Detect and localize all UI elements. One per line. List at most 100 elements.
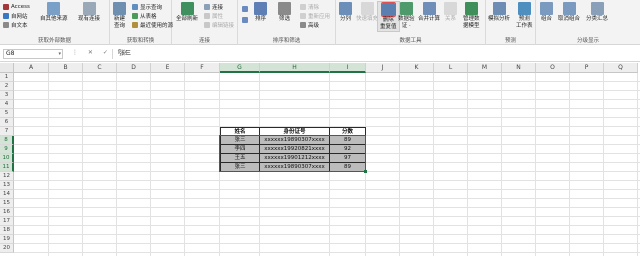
column-header-d[interactable]: D (117, 63, 151, 73)
consolidate-button[interactable]: 合并计算 (418, 2, 440, 23)
row-header-11[interactable]: 11 (0, 163, 14, 172)
row-header-17[interactable]: 17 (0, 217, 14, 226)
gridline (433, 73, 434, 256)
row-header-15[interactable]: 15 (0, 199, 14, 208)
from-web-button[interactable]: 自网站 (3, 11, 28, 20)
row-header-13[interactable]: 13 (0, 181, 14, 190)
other-sources-button[interactable]: 自其他来源 (40, 2, 68, 23)
column-header-h[interactable]: H (260, 63, 330, 73)
flash-fill-button[interactable]: 快速填充 (356, 2, 378, 23)
gridline (14, 198, 640, 199)
fill-handle[interactable] (364, 170, 367, 173)
connections-button[interactable]: 连接 (204, 2, 223, 11)
group-button[interactable]: 组合 (540, 2, 553, 23)
forecast-sheet-button[interactable]: 预测 工作表 (516, 2, 533, 29)
sort-button[interactable]: 排序 (254, 2, 267, 23)
from-table-button[interactable]: 从表格 (132, 11, 157, 20)
table-header-cell[interactable]: 身份证号 (260, 127, 330, 136)
column-header-n[interactable]: N (502, 63, 536, 73)
column-header-j[interactable]: J (366, 63, 400, 73)
what-if-icon (492, 2, 506, 15)
row-header-3[interactable]: 3 (0, 91, 14, 100)
chevron-down-icon[interactable]: ▾ (58, 50, 61, 58)
reapply-button[interactable]: 重新应用 (300, 11, 330, 20)
column-header-p[interactable]: P (570, 63, 604, 73)
row-header-2[interactable]: 2 (0, 82, 14, 91)
edit-links-button[interactable]: 编辑链接 (204, 20, 234, 29)
row-header-18[interactable]: 18 (0, 226, 14, 235)
recent-sources-button[interactable]: 最近使用的源 (132, 20, 173, 29)
row-header-1[interactable]: 1 (0, 73, 14, 82)
gridline (14, 243, 640, 244)
ungroup-button[interactable]: 取消组合 (558, 2, 580, 23)
table-cell[interactable]: 89 (330, 136, 366, 145)
text-to-columns-button[interactable]: 分列 (339, 2, 352, 23)
table-header-cell[interactable]: 分数 (330, 127, 366, 136)
table-cell[interactable]: 李四 (220, 145, 260, 154)
relationships-button[interactable]: 关系 (444, 2, 457, 23)
advanced-filter-button[interactable]: 高级 (300, 20, 319, 29)
column-header-q[interactable]: Q (604, 63, 638, 73)
row-header-10[interactable]: 10 (0, 154, 14, 163)
data-validation-button[interactable]: 数据验 证 · (398, 2, 415, 29)
column-header-e[interactable]: E (151, 63, 185, 73)
row-header-8[interactable]: 8 (0, 136, 14, 145)
table-cell[interactable]: xxxxxx19890307xxxx (260, 163, 330, 172)
formula-input[interactable]: 张三 (112, 49, 636, 59)
manage-data-model-button[interactable]: 管理数 据模型 (463, 2, 480, 29)
row-header-19[interactable]: 19 (0, 235, 14, 244)
table-cell[interactable]: 97 (330, 154, 366, 163)
row-header-14[interactable]: 14 (0, 190, 14, 199)
column-header-k[interactable]: K (400, 63, 434, 73)
row-header-9[interactable]: 9 (0, 145, 14, 154)
table-cell[interactable]: xxxxxx19901212xxxx (260, 154, 330, 163)
sort-za-button[interactable] (242, 15, 250, 24)
sort-icon (254, 2, 267, 15)
table-cell[interactable]: 张三 (220, 136, 260, 145)
table-cell[interactable]: xxxxxx19890307xxxx (260, 136, 330, 145)
group-get-transform: 新建 查询 显示查询 从表格 最近使用的源 获取和转换 (110, 0, 173, 45)
remove-duplicates-button[interactable]: 删除 重复值 (377, 1, 400, 32)
column-header-o[interactable]: O (536, 63, 570, 73)
column-header-a[interactable]: A (14, 63, 49, 73)
table-cell[interactable]: 张三 (220, 163, 260, 172)
table-header-cell[interactable]: 姓名 (220, 127, 260, 136)
forecast-sheet-icon (517, 2, 531, 15)
from-access-button[interactable]: Access (3, 2, 30, 11)
column-header-f[interactable]: F (185, 63, 220, 73)
from-text-button[interactable]: 自文本 (3, 20, 28, 29)
clear-filter-button[interactable]: 清除 (300, 2, 319, 11)
properties-button[interactable]: 属性 (204, 11, 223, 20)
table-cell[interactable]: xxxxxx19920821xxxx (260, 145, 330, 154)
group-data-tools: 分列 快速填充 删除 重复值 数据验 证 · 合并计算 关系 管理数 据模型 数… (336, 0, 486, 45)
column-header-l[interactable]: L (434, 63, 468, 73)
filter-button[interactable]: 筛选 (278, 2, 291, 23)
row-header-5[interactable]: 5 (0, 109, 14, 118)
column-header-g[interactable]: G (220, 63, 260, 73)
row-header-4[interactable]: 4 (0, 100, 14, 109)
subtotal-button[interactable]: 分类汇总 (586, 2, 608, 23)
existing-connections-button[interactable]: 现有连接 (78, 2, 100, 23)
table-cell[interactable]: 89 (330, 163, 366, 172)
select-all-corner[interactable] (0, 63, 14, 73)
row-header-7[interactable]: 7 (0, 127, 14, 136)
group-label: 分级显示 (576, 38, 599, 44)
group-label: 排序和筛选 (272, 38, 301, 44)
table-cell[interactable]: 王五 (220, 154, 260, 163)
column-header-i[interactable]: I (330, 63, 366, 73)
row-header-16[interactable]: 16 (0, 208, 14, 217)
row-header-6[interactable]: 6 (0, 118, 14, 127)
sort-az-button[interactable] (242, 4, 250, 13)
table-cell[interactable]: 92 (330, 145, 366, 154)
row-header-20[interactable]: 20 (0, 244, 14, 253)
column-header-m[interactable]: M (468, 63, 502, 73)
column-header-c[interactable]: C (83, 63, 117, 73)
row-header-12[interactable]: 12 (0, 172, 14, 181)
refresh-all-button[interactable]: 全部刷新 (176, 2, 198, 23)
new-query-button[interactable]: 新建 查询 (113, 2, 126, 29)
show-queries-button[interactable]: 显示查询 (132, 2, 162, 11)
column-header-b[interactable]: B (49, 63, 83, 73)
name-box[interactable]: G8 ▾ (3, 49, 63, 59)
what-if-analysis-button[interactable]: 模拟分析 (488, 2, 510, 23)
web-icon (3, 12, 9, 19)
